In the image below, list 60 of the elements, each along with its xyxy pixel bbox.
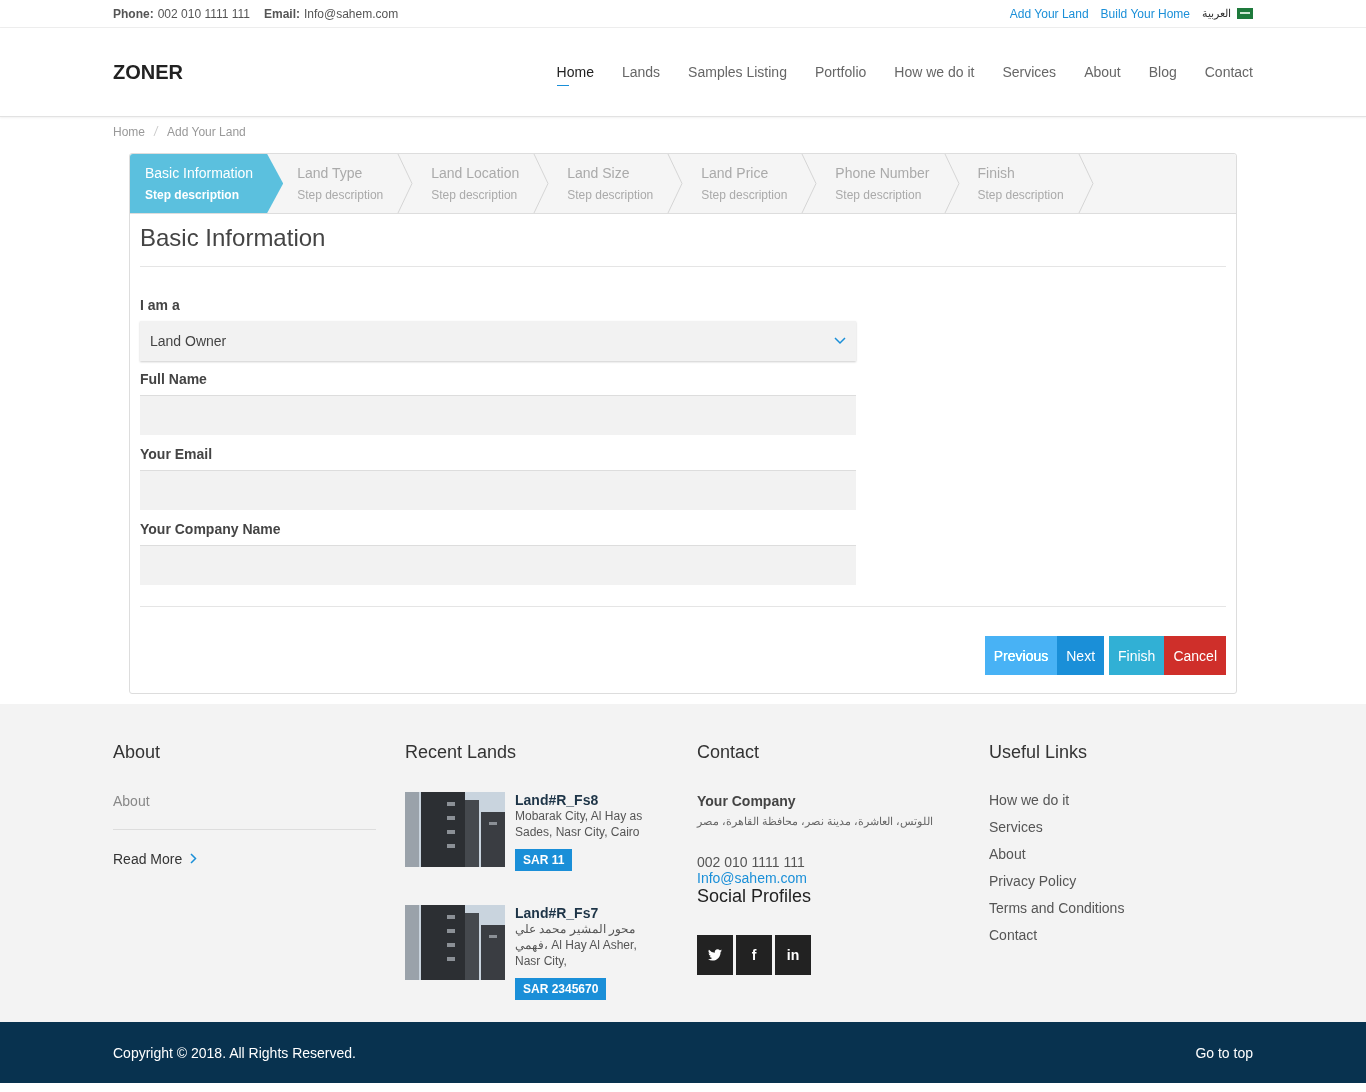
- field-label: Your Company Name: [140, 521, 282, 537]
- nav-link[interactable]: Services: [1002, 58, 1057, 86]
- contact-email[interactable]: Info@sahem.com: [697, 870, 989, 886]
- land-title[interactable]: Land#R_Fs7: [515, 905, 665, 921]
- field-label: Full Name: [140, 371, 208, 387]
- footer-heading: Useful Links: [989, 742, 1089, 763]
- copyright-text: Copyright © 2018. All Rights Reserved.: [113, 1044, 356, 1061]
- social-button[interactable]: [697, 935, 733, 975]
- nav-link[interactable]: How we do it: [894, 58, 975, 86]
- wizard-button[interactable]: Cancel: [1164, 636, 1226, 675]
- social-heading: Social Profiles: [697, 886, 813, 907]
- nav-link[interactable]: Samples Listing: [688, 58, 787, 86]
- field-label: I am a: [140, 297, 181, 313]
- nav-link[interactable]: About: [1084, 58, 1121, 86]
- price-tag: SAR 2345670: [515, 978, 607, 1000]
- read-more-link[interactable]: Read More: [113, 851, 183, 867]
- nav-link[interactable]: Blog: [1148, 58, 1177, 86]
- input-field[interactable]: [140, 545, 856, 586]
- footer-link[interactable]: About: [989, 846, 1253, 862]
- top-link[interactable]: Add Your Land: [1009, 6, 1089, 21]
- field-label: Your Email: [140, 446, 214, 462]
- input-field[interactable]: [140, 395, 856, 436]
- footer-link[interactable]: Contact: [989, 927, 1253, 943]
- phone-number: 002 010 1111 111: [157, 6, 250, 21]
- email-label: Email:: [264, 6, 300, 21]
- price-tag: SAR 11: [515, 849, 573, 871]
- email-address: Info@sahem.com: [304, 6, 399, 21]
- about-text: About: [113, 793, 151, 809]
- nav-link[interactable]: Portfolio: [814, 58, 867, 86]
- chevron-down-icon: [834, 337, 846, 345]
- slash-separator-icon: [153, 125, 159, 137]
- nav-link[interactable]: Lands: [621, 58, 661, 86]
- social-button[interactable]: f: [736, 935, 772, 975]
- footer-link[interactable]: How we do it: [989, 792, 1253, 808]
- go-to-top-link[interactable]: Go to top: [1195, 1044, 1253, 1061]
- chevron-right-icon: [190, 853, 198, 864]
- phone-label: Phone:: [113, 6, 154, 21]
- footer-link[interactable]: Services: [989, 819, 1253, 835]
- input-field[interactable]: [140, 470, 856, 511]
- top-link[interactable]: Build Your Home: [1100, 6, 1190, 21]
- logo[interactable]: ZONER: [113, 60, 183, 84]
- company-address: اللوتس، العاشرة، مدينة نصر، محافظة القاهرة، مصر: [697, 815, 935, 828]
- nav-link[interactable]: Contact: [1204, 58, 1253, 86]
- footer-link[interactable]: Privacy Policy: [989, 873, 1253, 889]
- contact-phone: 002 010 1111 111: [697, 854, 806, 870]
- select-field[interactable]: Land Owner: [140, 321, 856, 361]
- social-button[interactable]: in: [775, 935, 811, 975]
- land-address: محور المشير محمد علي فهمي، Al Hay Al Asher, Nasr City,: [515, 921, 638, 969]
- company-name: Your Company: [697, 793, 797, 809]
- section-heading: Basic Information: [140, 214, 1226, 267]
- language-link[interactable]: العربية: [1202, 7, 1231, 20]
- flag-icon: [1237, 8, 1253, 19]
- wizard-button[interactable]: Next: [1057, 636, 1105, 675]
- footer-heading: Recent Lands: [405, 742, 518, 763]
- footer-link[interactable]: Terms and Conditions: [989, 900, 1253, 916]
- land-title[interactable]: Land#R_Fs8: [515, 792, 665, 808]
- bird-icon: [708, 949, 722, 961]
- footer-heading: Contact: [697, 742, 761, 763]
- land-address: Mobarak City, Al Hay as Sades, Nasr City, Cairo: [515, 808, 644, 840]
- footer-heading: About: [113, 742, 162, 763]
